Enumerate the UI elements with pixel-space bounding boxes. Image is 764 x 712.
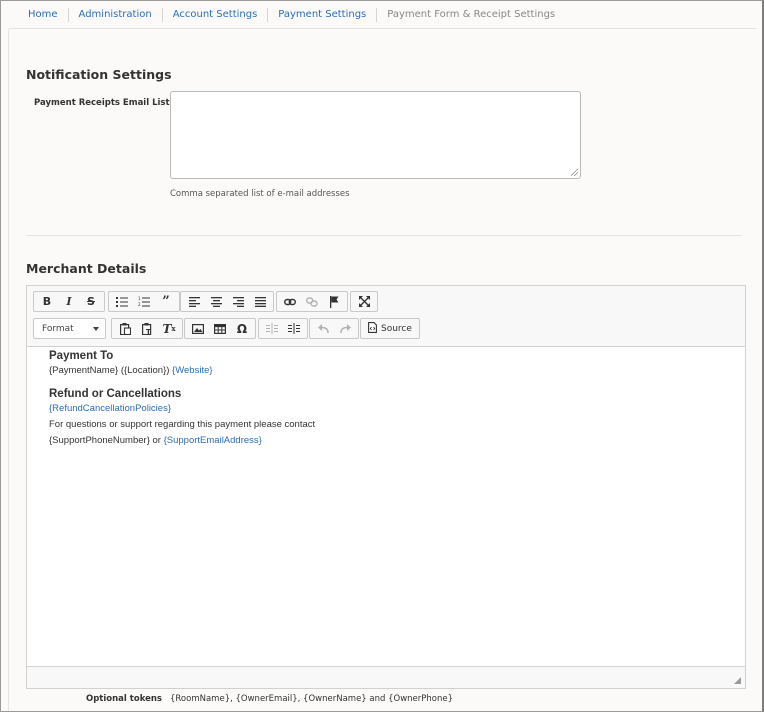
notification-settings-title: Notification Settings (26, 67, 172, 82)
paste-icon[interactable] (114, 320, 136, 338)
format-dropdown[interactable]: Format (33, 318, 106, 339)
support-phone-text: {SupportPhoneNumber} or (49, 435, 161, 446)
content-line-payment: {PaymentName} ({Location}) {Website} (49, 363, 723, 379)
rich-text-editor: B I S 12 ” Format T T x Ω Source Payment… (26, 285, 746, 689)
svg-text:T: T (146, 328, 151, 335)
undo-icon[interactable] (312, 320, 334, 338)
table-icon[interactable] (209, 320, 231, 338)
blockquote-icon[interactable]: ” (155, 293, 177, 311)
svg-text:2: 2 (138, 302, 141, 307)
breadcrumb-administration[interactable]: Administration (69, 7, 163, 22)
special-character-icon[interactable]: Ω (231, 320, 253, 338)
page-frame: Home Administration Account Settings Pay… (0, 0, 764, 712)
resize-grip-icon[interactable] (571, 169, 578, 176)
toolbar-group-align (180, 291, 274, 312)
section-divider (26, 235, 742, 236)
align-left-icon[interactable] (183, 293, 205, 311)
toolbar-group-links (276, 291, 348, 312)
unlink-icon[interactable] (301, 293, 323, 311)
support-email-token[interactable]: {SupportEmailAddress} (164, 435, 262, 446)
content-line-support-text: For questions or support regarding this … (49, 419, 316, 430)
outdent-icon[interactable] (261, 320, 283, 338)
editor-content[interactable]: Payment To {PaymentName} ({Location}) {W… (27, 347, 745, 666)
source-label: Source (381, 323, 412, 334)
paste-text-icon[interactable]: T (136, 320, 158, 338)
breadcrumb-account-settings[interactable]: Account Settings (163, 7, 269, 22)
justify-icon[interactable] (249, 293, 271, 311)
link-icon[interactable] (279, 293, 301, 311)
toolbar-group-source: Source (360, 318, 420, 339)
breadcrumb: Home Administration Account Settings Pay… (9, 1, 756, 29)
indent-icon[interactable] (283, 320, 305, 338)
refund-policies-token[interactable]: {RefundCancellationPolicies} (49, 403, 171, 414)
toolbar-group-tools (350, 291, 378, 312)
toolbar-group-insert: Ω (184, 318, 256, 339)
toolbar-group-lists: 12 ” (108, 291, 180, 312)
breadcrumb-payment-settings[interactable]: Payment Settings (268, 7, 378, 22)
svg-text:1: 1 (138, 296, 141, 301)
toolbar-group-indent (258, 318, 308, 339)
left-rail (8, 29, 9, 711)
bulleted-list-icon[interactable] (111, 293, 133, 311)
toolbar-group-history (309, 318, 359, 339)
toolbar-group-basic: B I S (33, 291, 105, 312)
merchant-details-title: Merchant Details (26, 261, 147, 276)
bold-icon[interactable]: B (36, 293, 58, 311)
email-list-label: Payment Receipts Email List (34, 98, 170, 108)
redo-icon[interactable] (334, 320, 356, 338)
remove-format-icon[interactable]: Tx (158, 320, 180, 338)
toolbar-group-clipboard: T Tx (111, 318, 183, 339)
email-list-textarea[interactable] (170, 91, 581, 179)
website-token[interactable]: {Website} (172, 365, 213, 376)
image-icon[interactable] (187, 320, 209, 338)
content-line-refund-token: {RefundCancellationPolicies} (49, 401, 723, 417)
editor-statusbar (27, 666, 745, 688)
payment-name-text: {PaymentName} ({Location}) (49, 365, 170, 376)
email-list-hint: Comma separated list of e-mail addresses (170, 189, 350, 199)
numbered-list-icon[interactable]: 12 (133, 293, 155, 311)
anchor-flag-icon[interactable] (323, 293, 345, 311)
strikethrough-icon[interactable]: S (80, 293, 102, 311)
italic-icon[interactable]: I (58, 293, 80, 311)
content-line-support-contact: {SupportPhoneNumber} or {SupportEmailAdd… (49, 433, 723, 449)
align-center-icon[interactable] (205, 293, 227, 311)
source-icon (368, 321, 377, 336)
breadcrumb-current: Payment Form & Receipt Settings (387, 8, 556, 20)
source-button[interactable]: Source (363, 320, 417, 338)
optional-tokens-value: {RoomName}, {OwnerEmail}, {OwnerName} an… (170, 694, 453, 704)
breadcrumb-home[interactable]: Home (19, 7, 69, 22)
content-heading-payment-to: Payment To (49, 350, 114, 362)
editor-toolbar: B I S 12 ” Format T T x Ω Source (27, 286, 745, 347)
chevron-down-icon (93, 324, 99, 334)
maximize-icon[interactable] (353, 293, 375, 311)
align-right-icon[interactable] (227, 293, 249, 311)
content-heading-refund: Refund or Cancellations (49, 388, 182, 400)
optional-tokens-label: Optional tokens (86, 694, 162, 704)
resize-handle-icon[interactable] (734, 677, 741, 684)
format-dropdown-label: Format (42, 323, 74, 334)
